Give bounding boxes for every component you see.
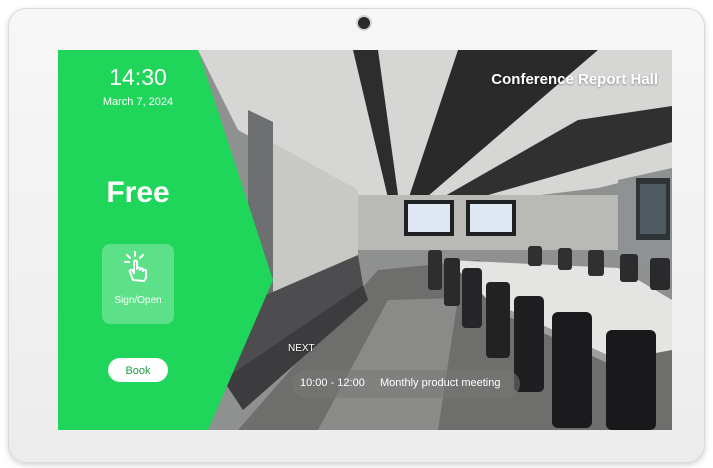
- room-status: Free: [106, 176, 170, 209]
- next-meeting-time: 10:00 - 12:00: [300, 377, 365, 389]
- camera-icon: [358, 17, 370, 29]
- sign-open-button[interactable]: Sign/Open: [102, 244, 174, 324]
- meeting-room-screen: 14:30 March 7, 2024 Free Sign/Open Book …: [58, 50, 672, 430]
- clock-date: March 7, 2024: [102, 96, 174, 108]
- clock-time: 14:30: [109, 64, 167, 90]
- next-meeting-bar: 10:00 - 12:00 Monthly product meeting: [292, 370, 520, 398]
- next-meeting-title: Monthly product meeting: [380, 377, 501, 389]
- sign-open-label: Sign/Open: [114, 295, 162, 306]
- room-name: Conference Report Hall: [491, 71, 658, 88]
- book-button[interactable]: Book: [108, 358, 168, 382]
- next-meeting-label: NEXT: [288, 343, 315, 354]
- tap-finger-icon: [124, 251, 147, 282]
